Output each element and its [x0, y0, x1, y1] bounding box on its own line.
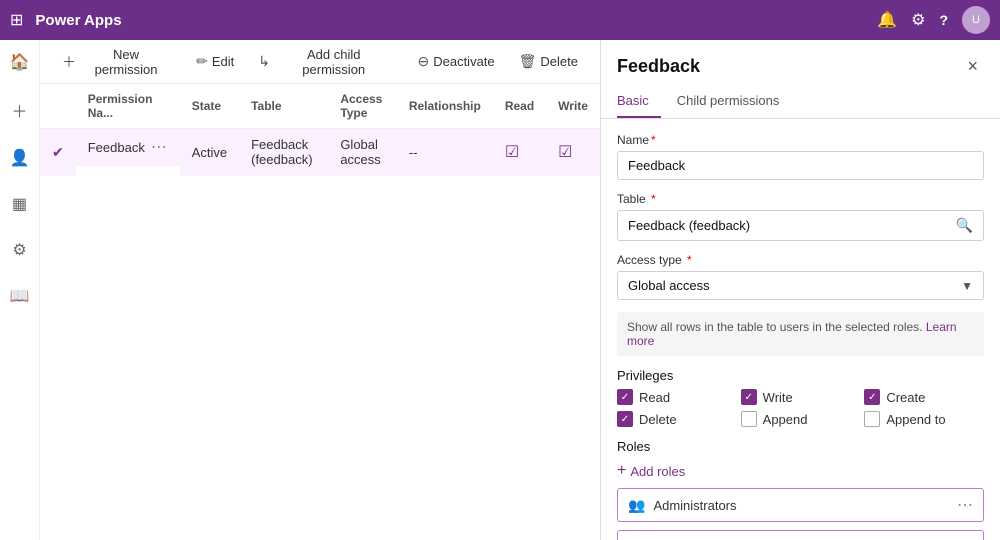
- table-area: Permission Na... State Table Access Type…: [40, 84, 600, 540]
- sidebar-add-icon[interactable]: ＋: [7, 94, 31, 126]
- main-layout: 🏠 ＋ 👤 ▦ ⚙ 📖 ＋ New permission ✏ Edit ↳ Ad…: [0, 40, 1000, 540]
- col-state: State: [180, 84, 239, 129]
- row-state: Active: [180, 129, 239, 176]
- priv-write: ✓ Write: [741, 389, 861, 405]
- row-menu-icon[interactable]: ⋯: [151, 137, 167, 157]
- name-field-group: Name*: [617, 133, 984, 180]
- col-relationship: Relationship: [397, 84, 493, 129]
- write-check-icon: ☑: [558, 144, 572, 161]
- edit-icon: ✏: [196, 53, 208, 70]
- role-administrators: 👥 Administrators ⋯: [617, 488, 984, 522]
- permissions-table: Permission Na... State Table Access Type…: [40, 84, 600, 176]
- name-input[interactable]: [617, 151, 984, 180]
- add-roles-button[interactable]: + Add roles: [617, 462, 984, 480]
- role-anonymous-users: 👥 Anonymous Users ⋯: [617, 530, 984, 540]
- table-header-row: Permission Na... State Table Access Type…: [40, 84, 600, 129]
- sidebar-person-icon[interactable]: 👤: [6, 144, 34, 172]
- panel-title: Feedback: [617, 56, 700, 77]
- table-search-icon: 🔍: [956, 217, 973, 234]
- content-area: ＋ New permission ✏ Edit ↳ Add child perm…: [40, 40, 600, 540]
- col-read: Read: [493, 84, 546, 129]
- role-admin-menu-icon[interactable]: ⋯: [957, 495, 973, 515]
- access-type-field-group: Access type * Global access ▼: [617, 253, 984, 300]
- append-to-checkbox[interactable]: [864, 411, 880, 427]
- row-table: Feedback (feedback): [239, 129, 328, 176]
- col-access-type: Access Type: [328, 84, 397, 129]
- add-child-permission-button[interactable]: ↳ Add child permission: [248, 42, 403, 82]
- grid-icon[interactable]: ⊞: [10, 10, 23, 30]
- create-checkbox[interactable]: ✓: [864, 389, 880, 405]
- plus-icon: ＋: [62, 52, 76, 72]
- privileges-label: Privileges: [617, 368, 984, 383]
- row-read: ☑: [493, 129, 546, 176]
- col-checkbox: [40, 84, 76, 129]
- row-relationship: --: [397, 129, 493, 176]
- delete-checkbox[interactable]: ✓: [617, 411, 633, 427]
- priv-append: Append: [741, 411, 861, 427]
- delete-icon: 🗑: [519, 53, 537, 70]
- settings-icon[interactable]: ⚙: [911, 10, 925, 30]
- topbar: ⊞ Power Apps 🔔 ⚙ ? U: [0, 0, 1000, 40]
- help-icon[interactable]: ?: [939, 12, 948, 28]
- write-checkbox[interactable]: ✓: [741, 389, 757, 405]
- roles-section: Roles + Add roles 👥 Administrators ⋯ 👥 A: [617, 439, 984, 540]
- tab-basic[interactable]: Basic: [617, 87, 661, 118]
- right-panel: Feedback × Basic Child permissions Name*…: [600, 40, 1000, 540]
- add-child-icon: ↳: [258, 53, 270, 70]
- row-write: ☑: [546, 129, 600, 176]
- access-type-label: Access type *: [617, 253, 984, 267]
- col-table: Table: [239, 84, 328, 129]
- access-type-select[interactable]: Global access ▼: [617, 271, 984, 300]
- sidebar-book-icon[interactable]: 📖: [6, 282, 34, 310]
- app-title: Power Apps: [35, 12, 869, 29]
- col-write: Write: [546, 84, 600, 129]
- chevron-down-icon: ▼: [961, 279, 973, 293]
- priv-delete: ✓ Delete: [617, 411, 737, 427]
- sidebar-home-icon[interactable]: 🏠: [6, 48, 34, 76]
- table-field-group: Table * Feedback (feedback) 🔍: [617, 192, 984, 241]
- panel-close-button[interactable]: ×: [961, 54, 984, 79]
- table-selector[interactable]: Feedback (feedback) 🔍: [617, 210, 984, 241]
- new-permission-button[interactable]: ＋ New permission: [52, 42, 182, 82]
- panel-header: Feedback ×: [601, 40, 1000, 87]
- read-check-icon: ☑: [505, 144, 519, 161]
- sidebar: 🏠 ＋ 👤 ▦ ⚙ 📖: [0, 40, 40, 540]
- toolbar: ＋ New permission ✏ Edit ↳ Add child perm…: [40, 40, 600, 84]
- row-active-icon: ✔: [52, 144, 64, 160]
- avatar[interactable]: U: [962, 6, 990, 34]
- sidebar-settings-icon[interactable]: ⚙: [8, 236, 30, 264]
- notification-icon[interactable]: 🔔: [877, 10, 897, 30]
- role-admin-icon: 👥: [628, 497, 645, 514]
- sidebar-table-icon[interactable]: ▦: [8, 190, 31, 218]
- table-label: Table *: [617, 192, 984, 206]
- col-permission-name: Permission Na...: [76, 84, 180, 129]
- edit-button[interactable]: ✏ Edit: [186, 48, 244, 75]
- role-admin-name: Administrators: [653, 498, 736, 513]
- table-row[interactable]: ✔ Feedback ⋯ Active Feedback (feedback) …: [40, 129, 600, 176]
- privileges-section: Privileges ✓ Read ✓ Write ✓ Create: [617, 368, 984, 427]
- topbar-actions: 🔔 ⚙ ? U: [877, 6, 990, 34]
- read-checkbox[interactable]: ✓: [617, 389, 633, 405]
- deactivate-button[interactable]: ⊖ Deactivate: [407, 48, 504, 75]
- roles-label: Roles: [617, 439, 984, 454]
- access-hint: Show all rows in the table to users in t…: [617, 312, 984, 356]
- panel-tabs: Basic Child permissions: [601, 87, 1000, 119]
- append-checkbox[interactable]: [741, 411, 757, 427]
- name-label: Name*: [617, 133, 984, 147]
- panel-content: Name* Table * Feedback (feedback) 🔍 Acce…: [601, 119, 1000, 540]
- priv-append-to: Append to: [864, 411, 984, 427]
- tab-child-permissions[interactable]: Child permissions: [677, 87, 792, 118]
- priv-read: ✓ Read: [617, 389, 737, 405]
- row-status-icon: ✔: [40, 129, 76, 176]
- row-name: Feedback ⋯: [76, 129, 180, 166]
- add-roles-plus-icon: +: [617, 462, 626, 480]
- privileges-grid: ✓ Read ✓ Write ✓ Create ✓ Delete: [617, 389, 984, 427]
- row-access-type: Global access: [328, 129, 397, 176]
- priv-create: ✓ Create: [864, 389, 984, 405]
- deactivate-icon: ⊖: [417, 53, 429, 70]
- delete-button[interactable]: 🗑 Delete: [509, 48, 588, 75]
